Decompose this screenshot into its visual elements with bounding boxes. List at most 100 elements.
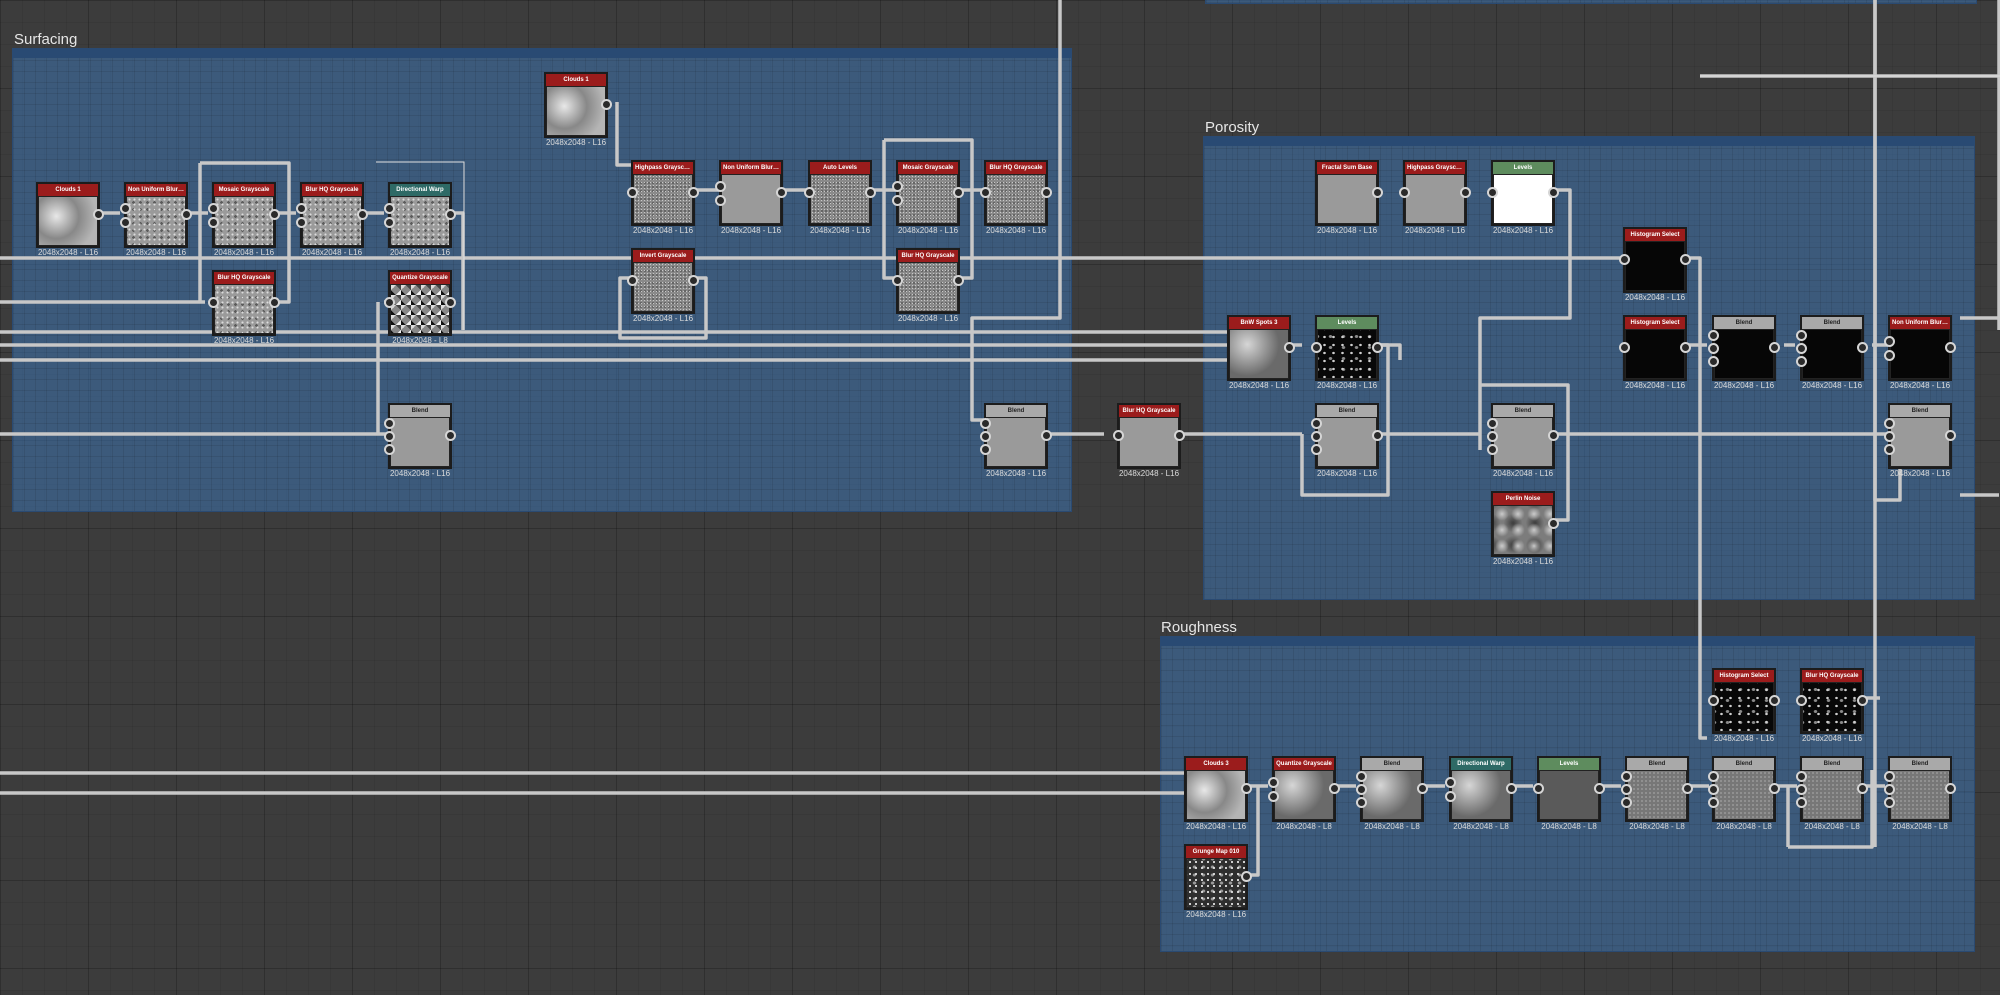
output-port[interactable] <box>1857 342 1868 353</box>
input-port[interactable] <box>1796 695 1807 706</box>
node-s-blurhq3[interactable]: Blur HQ Grayscale <box>980 160 1052 226</box>
input-port[interactable] <box>1533 783 1544 794</box>
input-port[interactable] <box>1619 254 1630 265</box>
input-port[interactable] <box>1268 791 1279 802</box>
input-port[interactable] <box>980 418 991 429</box>
output-port[interactable] <box>601 99 612 110</box>
node-r-quantize[interactable]: Quantize Grayscale <box>1268 756 1340 822</box>
input-port[interactable] <box>1311 431 1322 442</box>
input-port[interactable] <box>892 181 903 192</box>
input-port[interactable] <box>1884 784 1895 795</box>
node-s-dirwarp[interactable]: Directional Warp <box>384 182 456 248</box>
output-port[interactable] <box>445 430 456 441</box>
node-s-clouds1a[interactable]: Clouds 1 <box>36 182 104 248</box>
input-port[interactable] <box>1708 330 1719 341</box>
input-port[interactable] <box>296 203 307 214</box>
output-port[interactable] <box>1041 187 1052 198</box>
input-port[interactable] <box>1796 343 1807 354</box>
output-port[interactable] <box>1548 187 1559 198</box>
input-port[interactable] <box>1487 444 1498 455</box>
output-port[interactable] <box>1417 783 1428 794</box>
input-port[interactable] <box>1708 343 1719 354</box>
input-port[interactable] <box>804 187 815 198</box>
node-s-highpass[interactable]: Highpass Grayscale <box>627 160 699 226</box>
output-port[interactable] <box>688 275 699 286</box>
input-port[interactable] <box>1356 797 1367 808</box>
node-p-levels2[interactable]: Levels <box>1311 315 1383 381</box>
node-s-mosaic1[interactable]: Mosaic Grayscale <box>208 182 280 248</box>
input-port[interactable] <box>1487 187 1498 198</box>
node-p-nublur[interactable]: Non Uniform Blur Grey... <box>1884 315 1956 381</box>
input-port[interactable] <box>384 297 395 308</box>
node-s-nublur2[interactable]: Non Uniform Blur Grey... <box>715 160 787 226</box>
input-port[interactable] <box>384 418 395 429</box>
node-s-clouds1b[interactable]: Clouds 1 <box>544 72 612 138</box>
output-port[interactable] <box>688 187 699 198</box>
node-p-highpass[interactable]: Highpass Grayscale <box>1399 160 1471 226</box>
output-port[interactable] <box>1372 430 1383 441</box>
input-port[interactable] <box>1708 356 1719 367</box>
node-r-blend5[interactable]: Blend <box>1884 756 1956 822</box>
node-p-perlin[interactable]: Perlin Noise <box>1491 491 1559 557</box>
input-port[interactable] <box>1268 777 1279 788</box>
node-p-blend3[interactable]: Blend <box>1708 315 1780 381</box>
output-port[interactable] <box>1945 430 1956 441</box>
input-port[interactable] <box>1399 187 1410 198</box>
input-port[interactable] <box>1796 356 1807 367</box>
node-s-blurhq1[interactable]: Blur HQ Grayscale <box>296 182 368 248</box>
output-port[interactable] <box>953 187 964 198</box>
node-s-autolevels[interactable]: Auto Levels <box>804 160 876 226</box>
input-port[interactable] <box>1621 771 1632 782</box>
input-port[interactable] <box>1884 444 1895 455</box>
output-port[interactable] <box>1174 430 1185 441</box>
input-port[interactable] <box>1708 771 1719 782</box>
output-port[interactable] <box>1769 342 1780 353</box>
node-m-blurhq[interactable]: Blur HQ Grayscale <box>1113 403 1185 469</box>
output-port[interactable] <box>1329 783 1340 794</box>
node-r-blend3[interactable]: Blend <box>1708 756 1780 822</box>
node-r-clouds3[interactable]: Clouds 3 <box>1184 756 1252 822</box>
input-port[interactable] <box>1708 695 1719 706</box>
node-s-invert[interactable]: Invert Grayscale <box>627 248 699 314</box>
node-p-blend5[interactable]: Blend <box>1884 403 1956 469</box>
output-port[interactable] <box>1769 695 1780 706</box>
output-port[interactable] <box>1680 254 1691 265</box>
node-r-histsel[interactable]: Histogram Select <box>1708 668 1780 734</box>
node-r-grunge[interactable]: Grunge Map 010 <box>1184 844 1252 910</box>
input-port[interactable] <box>715 195 726 206</box>
node-s-mosaic2[interactable]: Mosaic Grayscale <box>892 160 964 226</box>
output-port[interactable] <box>1284 342 1295 353</box>
input-port[interactable] <box>892 195 903 206</box>
input-port[interactable] <box>1619 342 1630 353</box>
input-port[interactable] <box>1884 336 1895 347</box>
output-port[interactable] <box>953 275 964 286</box>
output-port[interactable] <box>1682 783 1693 794</box>
input-port[interactable] <box>1445 777 1456 788</box>
node-s-blurhq2[interactable]: Blur HQ Grayscale <box>208 270 280 336</box>
input-port[interactable] <box>1796 797 1807 808</box>
input-port[interactable] <box>1356 771 1367 782</box>
output-port[interactable] <box>1945 783 1956 794</box>
input-port[interactable] <box>1708 784 1719 795</box>
input-port[interactable] <box>1884 797 1895 808</box>
input-port[interactable] <box>1311 444 1322 455</box>
output-port[interactable] <box>445 297 456 308</box>
input-port[interactable] <box>384 444 395 455</box>
output-port[interactable] <box>269 297 280 308</box>
input-port[interactable] <box>208 203 219 214</box>
output-port[interactable] <box>1506 783 1517 794</box>
output-port[interactable] <box>1372 342 1383 353</box>
input-port[interactable] <box>1884 350 1895 361</box>
input-port[interactable] <box>627 187 638 198</box>
input-port[interactable] <box>1356 784 1367 795</box>
output-port[interactable] <box>1241 783 1252 794</box>
output-port[interactable] <box>1548 518 1559 529</box>
output-port[interactable] <box>1460 187 1471 198</box>
output-port[interactable] <box>865 187 876 198</box>
input-port[interactable] <box>1445 791 1456 802</box>
node-r-dirwarp[interactable]: Directional Warp <box>1445 756 1517 822</box>
node-r-blurhq[interactable]: Blur HQ Grayscale <box>1796 668 1868 734</box>
input-port[interactable] <box>980 187 991 198</box>
input-port[interactable] <box>384 203 395 214</box>
node-p-blend1[interactable]: Blend <box>1311 403 1383 469</box>
